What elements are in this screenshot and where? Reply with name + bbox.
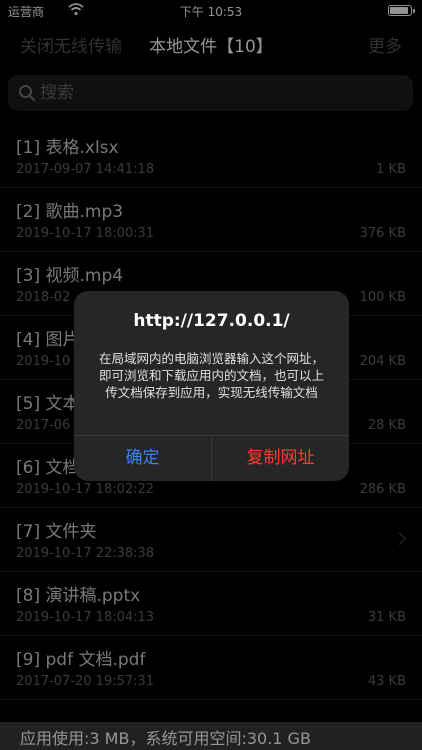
dialog-title: http://127.0.0.1/ (133, 311, 290, 331)
wireless-transfer-dialog: http://127.0.0.1/ 在局域网内的电脑浏览器输入这个网址，即可浏览… (74, 291, 349, 481)
confirm-button[interactable]: 确定 (74, 436, 211, 481)
dialog-message: 在局域网内的电脑浏览器输入这个网址，即可浏览和下载应用内的文档，也可以上传文档保… (98, 351, 324, 400)
copy-url-button[interactable]: 复制网址 (212, 436, 349, 481)
